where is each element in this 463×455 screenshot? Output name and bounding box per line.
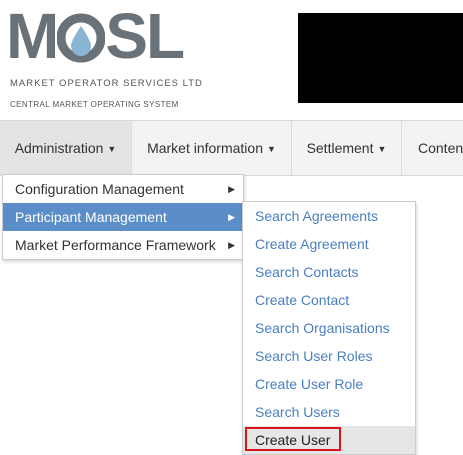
menu-label: Conten [418, 140, 463, 156]
menu-label: Administration [14, 140, 104, 156]
administration-dropdown: Configuration Management ▶ Participant Ma… [2, 174, 244, 260]
submenu-label: Search Organisations [255, 320, 390, 336]
redacted-area [298, 13, 463, 103]
menu-content[interactable]: Conten [402, 121, 463, 175]
caret-down-icon: ▼ [107, 144, 117, 154]
menu-item-label: Configuration Management [15, 181, 184, 197]
submenu-search-users[interactable]: Search Users [243, 398, 415, 426]
caret-right-icon: ▶ [228, 212, 235, 222]
menu-item-configuration-management[interactable]: Configuration Management ▶ [3, 175, 243, 203]
menu-label: Settlement [306, 140, 374, 156]
mosl-logo: M SL MARKET OPERATOR SERVICES LTD CENTRAL… [6, 4, 226, 109]
menu-label: Market information [147, 140, 263, 156]
menu-item-market-performance-framework[interactable]: Market Performance Framework ▶ [3, 231, 243, 259]
caret-right-icon: ▶ [228, 184, 235, 194]
submenu-search-contacts[interactable]: Search Contacts [243, 258, 415, 286]
submenu-create-user-role[interactable]: Create User Role [243, 370, 415, 398]
logo-word-left: M [6, 0, 59, 72]
menu-administration[interactable]: Administration ▼ [0, 121, 132, 175]
submenu-search-organisations[interactable]: Search Organisations [243, 314, 415, 342]
submenu-create-agreement[interactable]: Create Agreement [243, 230, 415, 258]
participant-management-submenu: Search Agreements Create Agreement Searc… [242, 201, 416, 455]
logo-company-name: MARKET OPERATOR SERVICES LTD [10, 78, 203, 89]
submenu-label: Create Agreement [255, 236, 369, 252]
caret-right-icon: ▶ [228, 240, 235, 250]
submenu-search-agreements[interactable]: Search Agreements [243, 202, 415, 230]
water-droplet-icon [57, 8, 106, 64]
submenu-label: Search Users [255, 404, 340, 420]
submenu-create-contact[interactable]: Create Contact [243, 286, 415, 314]
submenu-search-user-roles[interactable]: Search User Roles [243, 342, 415, 370]
submenu-label: Search User Roles [255, 348, 373, 364]
submenu-label: Create Contact [255, 292, 350, 308]
menu-item-label: Market Performance Framework [15, 237, 216, 253]
logo-wordmark: M SL [6, 4, 185, 68]
submenu-label: Search Agreements [255, 208, 378, 224]
submenu-create-user[interactable]: Create User [243, 426, 415, 454]
caret-down-icon: ▼ [267, 144, 276, 154]
submenu-label: Create User Role [255, 376, 364, 392]
logo-system-name: CENTRAL MARKET OPERATING SYSTEM [10, 100, 179, 109]
caret-down-icon: ▼ [377, 144, 387, 154]
menu-item-label: Participant Management [15, 209, 167, 225]
menu-settlement[interactable]: Settlement ▼ [292, 121, 402, 175]
submenu-label: Search Contacts [255, 264, 359, 280]
highlight-box [245, 427, 341, 451]
menu-item-participant-management[interactable]: Participant Management ▶ [3, 203, 243, 231]
main-menu-bar: Administration ▼ Market information ▼ Sett… [0, 120, 463, 176]
logo-word-right: SL [105, 0, 185, 72]
menu-market-information[interactable]: Market information ▼ [132, 121, 292, 175]
